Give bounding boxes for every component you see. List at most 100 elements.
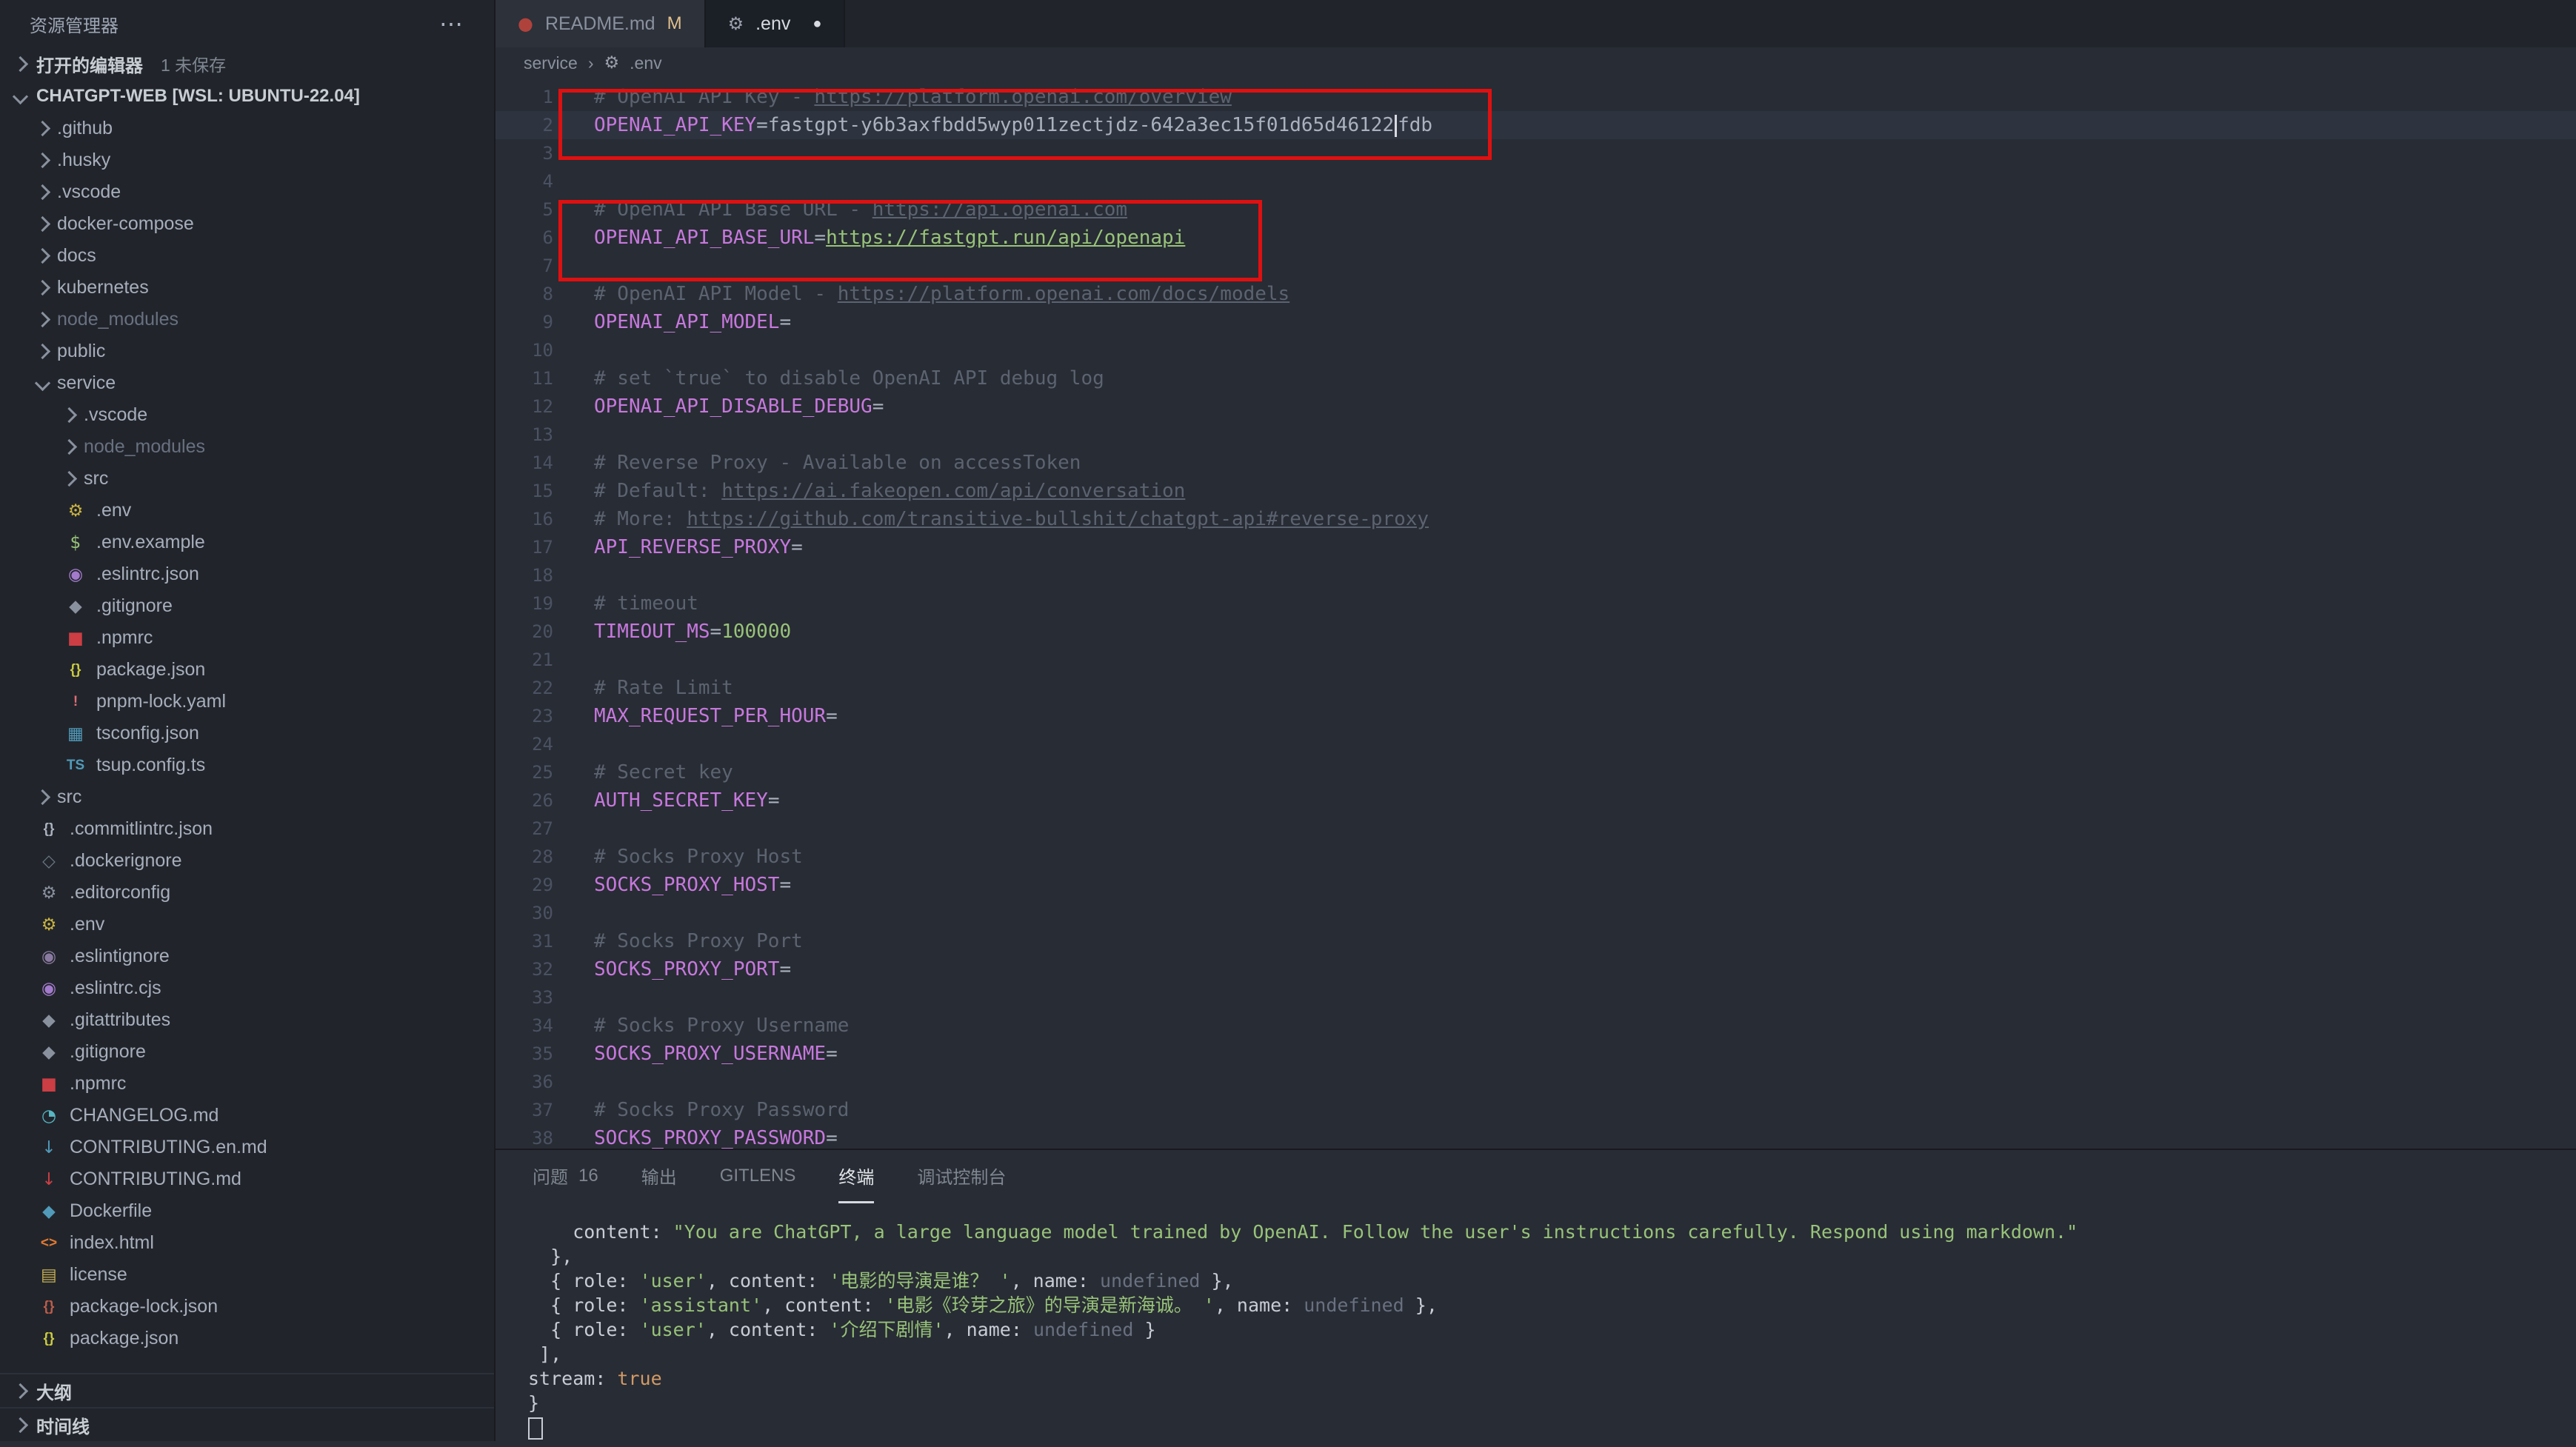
outline-section[interactable]: 大纲 [0,1373,494,1407]
code-line-8[interactable]: 8# OpenAI API Model - https://platform.o… [495,280,2576,308]
terminal-output[interactable]: content: "You are ChatGPT, a large langu… [495,1203,2576,1447]
code-line-13[interactable]: 13 [495,421,2576,449]
code-editor[interactable]: 1# OpenAI API Key - https://platform.ope… [495,78,2576,1149]
code-token: = [768,789,780,812]
line-number: 11 [495,364,553,392]
panel-tab-debug-console[interactable]: 调试控制台 [917,1150,1006,1203]
code-line-19[interactable]: 19# timeout [495,589,2576,618]
tree-item-.eslintignore[interactable]: ◉.eslintignore [0,940,494,972]
code-line-5[interactable]: 5# OpenAI API Base URL - https://api.ope… [495,196,2576,224]
code-line-27[interactable]: 27 [495,815,2576,843]
code-line-14[interactable]: 14# Reverse Proxy - Available on accessT… [495,449,2576,477]
tree-item-.dockerignore[interactable]: ◇.dockerignore [0,845,494,877]
tree-item-public[interactable]: public [0,335,494,367]
code-line-22[interactable]: 22# Rate Limit [495,674,2576,702]
tree-item-pnpm-lock.yaml[interactable]: !pnpm-lock.yaml [0,686,494,718]
code-line-23[interactable]: 23MAX_REQUEST_PER_HOUR= [495,702,2576,730]
open-editors-section[interactable]: 打开的编辑器 1 未保存 [0,47,494,80]
tree-item-node_modules[interactable]: node_modules [0,304,494,335]
tree-item-.env.example[interactable]: $.env.example [0,527,494,558]
tree-item-CONTRIBUTING.md[interactable]: ↓CONTRIBUTING.md [0,1163,494,1195]
tree-item-node_modules[interactable]: node_modules [0,431,494,463]
code-line-1[interactable]: 1# OpenAI API Key - https://platform.ope… [495,83,2576,111]
code-line-7[interactable]: 7 [495,252,2576,280]
tree-item-.gitattributes[interactable]: ◆.gitattributes [0,1004,494,1036]
tab-env[interactable]: ⚙.env● [706,0,846,47]
tree-item-.eslintrc.json[interactable]: ◉.eslintrc.json [0,558,494,590]
code-line-26[interactable]: 26AUTH_SECRET_KEY= [495,786,2576,815]
code-line-18[interactable]: 18 [495,561,2576,589]
code-line-36[interactable]: 36 [495,1068,2576,1096]
code-line-9[interactable]: 9OPENAI_API_MODEL= [495,308,2576,336]
code-line-37[interactable]: 37# Socks Proxy Password [495,1096,2576,1124]
code-line-4[interactable]: 4 [495,167,2576,196]
code-line-12[interactable]: 12OPENAI_API_DISABLE_DEBUG= [495,392,2576,421]
code-line-10[interactable]: 10 [495,336,2576,364]
code-line-31[interactable]: 31# Socks Proxy Port [495,927,2576,955]
tree-item-.husky[interactable]: .husky [0,144,494,176]
tree-item-.eslintrc.cjs[interactable]: ◉.eslintrc.cjs [0,972,494,1004]
terminal-token: '介绍下剧情' [829,1319,944,1340]
tree-item-.commitlintrc.json[interactable]: {}.commitlintrc.json [0,813,494,845]
code-line-32[interactable]: 32SOCKS_PROXY_PORT= [495,955,2576,983]
code-line-3[interactable]: 3 [495,139,2576,167]
tree-item-index.html[interactable]: <>index.html [0,1227,494,1259]
tree-item-src[interactable]: src [0,463,494,495]
tree-item-CHANGELOG.md[interactable]: ◔CHANGELOG.md [0,1100,494,1132]
panel-tab-terminal[interactable]: 终端 [838,1150,874,1203]
tree-item-tsconfig.json[interactable]: ▦tsconfig.json [0,718,494,749]
code-line-17[interactable]: 17API_REVERSE_PROXY= [495,533,2576,561]
code-line-16[interactable]: 16# More: https://github.com/transitive-… [495,505,2576,533]
tree-item-src[interactable]: src [0,781,494,813]
tree-item-CONTRIBUTING.en.md[interactable]: ↓CONTRIBUTING.en.md [0,1132,494,1163]
tree-item-package.json[interactable]: {}package.json [0,1323,494,1354]
code-line-30[interactable]: 30 [495,899,2576,927]
code-line-25[interactable]: 25# Secret key [495,758,2576,786]
breadcrumb-file[interactable]: .env [630,53,661,73]
tree-item-service[interactable]: service [0,367,494,399]
tab-readme[interactable]: ●README.mdM [495,0,706,47]
code-line-28[interactable]: 28# Socks Proxy Host [495,843,2576,871]
code-line-24[interactable]: 24 [495,730,2576,758]
code-line-20[interactable]: 20TIMEOUT_MS=100000 [495,618,2576,646]
chevron-right-icon [61,407,77,423]
timeline-section[interactable]: 时间线 [0,1407,494,1441]
breadcrumb-folder[interactable]: service [524,53,578,73]
panel-tab-output[interactable]: 输出 [641,1150,677,1203]
tree-item-license[interactable]: ▤license [0,1259,494,1291]
code-line-34[interactable]: 34# Socks Proxy Username [495,1012,2576,1040]
code-line-38[interactable]: 38SOCKS_PROXY_PASSWORD= [495,1124,2576,1149]
tree-item-.npmrc[interactable]: ■.npmrc [0,622,494,654]
code-line-15[interactable]: 15# Default: https://ai.fakeopen.com/api… [495,477,2576,505]
code-line-29[interactable]: 29SOCKS_PROXY_HOST= [495,871,2576,899]
tree-item-tsup.config.ts[interactable]: TStsup.config.ts [0,749,494,781]
more-actions-icon[interactable]: ⋯ [439,10,464,38]
line-number: 37 [495,1096,553,1124]
tree-item-kubernetes[interactable]: kubernetes [0,272,494,304]
tree-item-docs[interactable]: docs [0,240,494,272]
tree-item-.env[interactable]: ⚙.env [0,909,494,940]
code-line-35[interactable]: 35SOCKS_PROXY_USERNAME= [495,1040,2576,1068]
code-line-6[interactable]: 6OPENAI_API_BASE_URL=https://fastgpt.run… [495,224,2576,252]
code-line-2[interactable]: 2OPENAI_API_KEY=fastgpt-y6b3axfbdd5wyp01… [495,111,2576,139]
tree-item-package-lock.json[interactable]: {}package-lock.json [0,1291,494,1323]
tree-item-.vscode[interactable]: .vscode [0,176,494,208]
tree-item-.gitignore[interactable]: ◆.gitignore [0,590,494,622]
tree-item-Dockerfile[interactable]: ◆Dockerfile [0,1195,494,1227]
tree-item-.editorconfig[interactable]: ⚙.editorconfig [0,877,494,909]
panel-tab-problems[interactable]: 问题16 [533,1150,598,1203]
tree-item-label: .npmrc [96,627,153,649]
tree-item-docker-compose[interactable]: docker-compose [0,208,494,240]
code-line-21[interactable]: 21 [495,646,2576,674]
code-line-11[interactable]: 11# set `true` to disable OpenAI API deb… [495,364,2576,392]
tree-item-.vscode[interactable]: .vscode [0,399,494,431]
code-line-33[interactable]: 33 [495,983,2576,1012]
code-content: # Socks Proxy Password [553,1096,849,1124]
workspace-section[interactable]: CHATGPT-WEB [WSL: UBUNTU-22.04] [0,80,494,113]
tree-item-.env[interactable]: ⚙.env [0,495,494,527]
panel-tab-gitlens[interactable]: GITLENS [720,1150,796,1203]
tree-item-package.json[interactable]: {}package.json [0,654,494,686]
tree-item-.github[interactable]: .github [0,113,494,144]
tree-item-.npmrc[interactable]: ■.npmrc [0,1068,494,1100]
tree-item-.gitignore[interactable]: ◆.gitignore [0,1036,494,1068]
